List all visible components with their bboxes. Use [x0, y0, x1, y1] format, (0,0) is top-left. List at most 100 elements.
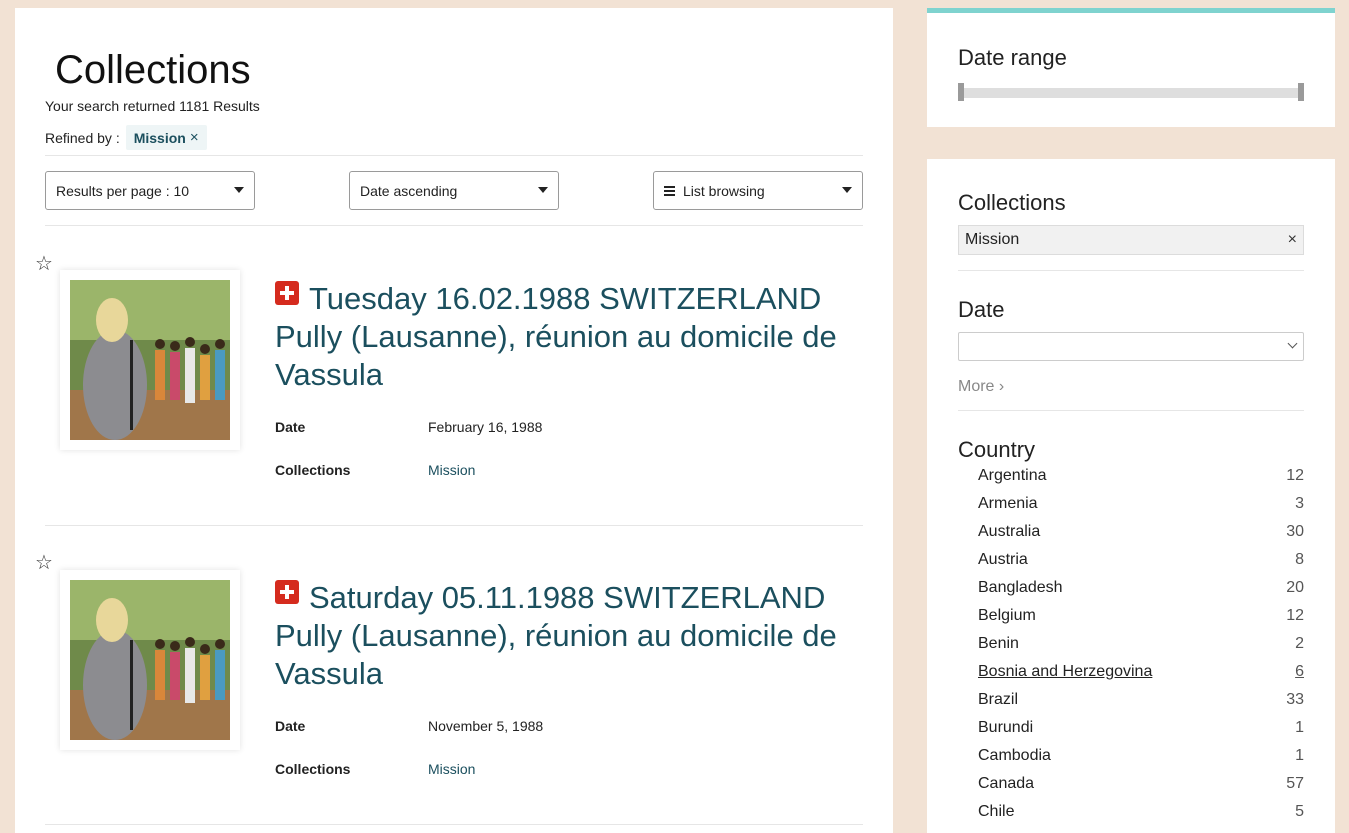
country-name: Burundi: [978, 719, 1034, 736]
date-range-max-handle[interactable]: [1298, 83, 1304, 101]
result-item: ☆: [15, 545, 893, 833]
country-item[interactable]: Armenia 3: [978, 495, 1304, 523]
date-select[interactable]: [958, 332, 1304, 361]
result-title-link[interactable]: Saturday 05.11.1988 SWITZERLAND Pully (L…: [275, 579, 855, 693]
more-link[interactable]: More ›: [958, 378, 1004, 396]
country-name: Austria: [978, 551, 1028, 568]
results-panel: Collections Your search returned 1181 Re…: [15, 8, 893, 833]
result-title-text: Saturday 05.11.1988 SWITZERLAND Pully (L…: [275, 580, 837, 691]
view-mode-value: List browsing: [683, 182, 765, 199]
country-item[interactable]: Cambodia 1: [978, 747, 1304, 775]
country-count: 12: [1286, 467, 1304, 484]
remove-filter-icon[interactable]: ×: [190, 129, 199, 146]
country-item[interactable]: Australia 30: [978, 523, 1304, 551]
country-facet-title: Country: [958, 437, 1036, 462]
date-value: November 5, 1988: [428, 718, 544, 734]
caret-down-icon: [234, 187, 244, 193]
page-title: Collections: [55, 48, 251, 92]
country-count: 12: [1286, 607, 1304, 624]
favorite-star-icon[interactable]: ☆: [35, 550, 53, 575]
country-name: Chile: [978, 803, 1015, 820]
swiss-flag-icon: [275, 580, 299, 604]
divider: [45, 155, 863, 156]
thumbnail-image: [70, 280, 230, 440]
refined-by-label: Refined by :: [45, 129, 120, 146]
collections-label: Collections: [275, 761, 351, 777]
thumbnail-image: [70, 580, 230, 740]
country-count: 33: [1286, 691, 1304, 708]
caret-down-icon: [538, 187, 548, 193]
date-range-panel: Date range: [927, 8, 1335, 127]
country-item[interactable]: Austria 8: [978, 551, 1304, 579]
country-item[interactable]: Bosnia and Herzegovina 6: [978, 663, 1304, 691]
sort-select[interactable]: Date ascending: [349, 171, 559, 210]
refined-filter-chip: Mission ×: [125, 125, 207, 150]
results-per-page-value: Results per page : 10: [56, 182, 190, 199]
divider: [958, 410, 1304, 411]
country-list: Argentina 12 Armenia 3 Australia 30 Austria…: [978, 467, 1304, 831]
results-per-page-select[interactable]: Results per page : 10: [45, 171, 255, 210]
country-count: 57: [1286, 775, 1304, 792]
country-name: Benin: [978, 635, 1019, 652]
date-label: Date: [275, 718, 306, 734]
result-thumbnail[interactable]: [60, 570, 240, 750]
country-count: 1: [1295, 719, 1304, 736]
list-icon: [664, 184, 675, 198]
country-count: 1: [1295, 747, 1304, 764]
caret-down-icon: [842, 187, 852, 193]
country-item[interactable]: Brazil 33: [978, 691, 1304, 719]
date-facet-title: Date: [958, 297, 1005, 322]
country-name: Bangladesh: [978, 579, 1063, 596]
collection-link[interactable]: Mission: [428, 462, 475, 478]
collection-link[interactable]: Mission: [428, 761, 475, 777]
date-range-title: Date range: [958, 45, 1067, 70]
divider: [45, 525, 863, 526]
collections-label: Collections: [275, 462, 351, 478]
result-item: ☆: [15, 245, 893, 545]
date-range-min-handle[interactable]: [958, 83, 964, 101]
swiss-flag-icon: [275, 281, 299, 305]
sort-value: Date ascending: [360, 182, 458, 199]
country-item[interactable]: Argentina 12: [978, 467, 1304, 495]
refined-filter-label: Mission: [133, 129, 186, 146]
country-name: Cambodia: [978, 747, 1051, 764]
country-item[interactable]: Benin 2: [978, 635, 1304, 663]
date-value: February 16, 1988: [428, 419, 543, 435]
collections-filter-chip: Mission ×: [958, 225, 1304, 255]
country-name: Armenia: [978, 495, 1038, 512]
view-mode-select[interactable]: List browsing: [653, 171, 863, 210]
date-range-slider-track[interactable]: [958, 88, 1304, 98]
country-name: Canada: [978, 775, 1035, 792]
country-item[interactable]: Bangladesh 20: [978, 579, 1304, 607]
country-item[interactable]: Belgium 12: [978, 607, 1304, 635]
country-count: 6: [1295, 663, 1304, 680]
collections-facet-title: Collections: [958, 190, 1066, 215]
date-label: Date: [275, 419, 306, 435]
result-thumbnail[interactable]: [60, 270, 240, 450]
result-title-link[interactable]: Tuesday 16.02.1988 SWITZERLAND Pully (La…: [275, 280, 855, 394]
close-icon[interactable]: ×: [1288, 231, 1297, 249]
country-name: Brazil: [978, 691, 1019, 708]
result-title-text: Tuesday 16.02.1988 SWITZERLAND Pully (La…: [275, 281, 837, 392]
country-count: 30: [1286, 523, 1304, 540]
country-name: Belgium: [978, 607, 1036, 624]
country-name: Australia: [978, 523, 1041, 540]
refined-by: Refined by : Mission ×: [45, 125, 207, 150]
collections-filter-label: Mission: [965, 231, 1020, 248]
country-name: Bosnia and Herzegovina: [978, 663, 1153, 680]
divider: [958, 270, 1304, 271]
country-item[interactable]: Canada 57: [978, 775, 1304, 803]
country-count: 20: [1286, 579, 1304, 596]
country-count: 2: [1295, 635, 1304, 652]
result-count: Your search returned 1181 Results: [45, 98, 260, 114]
country-name: Argentina: [978, 467, 1047, 484]
country-count: 5: [1295, 803, 1304, 820]
favorite-star-icon[interactable]: ☆: [35, 251, 53, 276]
country-item[interactable]: Chile 5: [978, 803, 1304, 831]
country-count: 8: [1295, 551, 1304, 568]
facets-panel: Collections Mission × Date More › Countr…: [927, 159, 1335, 833]
chevron-down-icon: [1287, 338, 1298, 349]
divider: [45, 824, 863, 825]
country-item[interactable]: Burundi 1: [978, 719, 1304, 747]
country-count: 3: [1295, 495, 1304, 512]
